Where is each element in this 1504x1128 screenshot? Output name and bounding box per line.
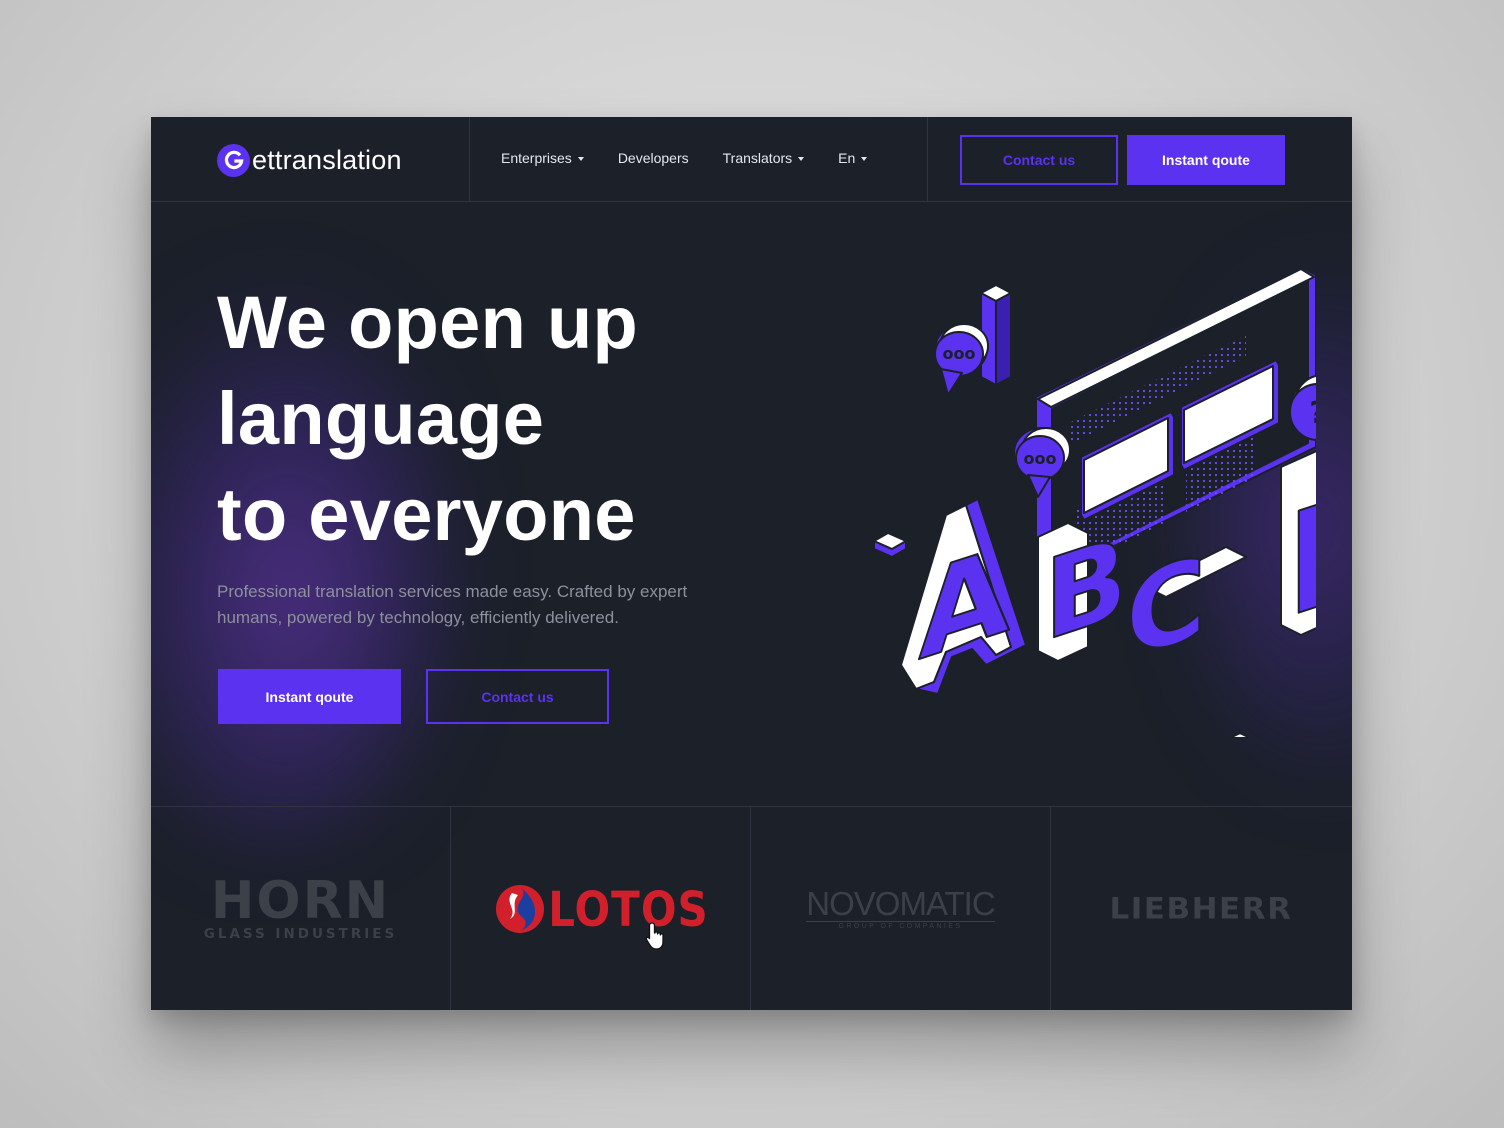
hand-cursor-icon <box>645 922 664 950</box>
language-selector[interactable]: En <box>838 150 868 166</box>
caret-down-icon <box>798 157 805 161</box>
nav-label: Developers <box>617 150 689 166</box>
client-logo-horn[interactable]: HORN GLASS INDUSTRIES <box>151 807 451 1010</box>
isometric-translation-illustration: ooo ooo ? A <box>873 266 1316 737</box>
header-contact-button[interactable]: Contact us <box>960 135 1118 185</box>
pillar-shape <box>1229 732 1251 737</box>
header-divider <box>927 117 928 202</box>
hero-headline: We open up language to everyone <box>217 275 638 563</box>
novomatic-logo-subtext: GROUP OF COMPANIES <box>806 921 995 930</box>
lotos-flame-icon <box>496 885 545 933</box>
header-divider <box>469 117 470 202</box>
floating-cube <box>873 532 907 558</box>
brand-logo[interactable]: ettranslation <box>217 143 402 177</box>
novomatic-logo-text: NOVOMATIC <box>806 885 995 922</box>
letter-c: C <box>1126 530 1207 685</box>
client-logo-novomatic[interactable]: NOVOMATIC GROUP OF COMPANIES <box>751 807 1051 1010</box>
header-instant-quote-button[interactable]: Instant qoute <box>1127 135 1285 185</box>
site-header: ettranslation Enterprises Developers Tra… <box>151 117 1352 202</box>
nav-label: Translators <box>722 150 793 166</box>
client-logo-lotos[interactable]: LOTOS <box>451 807 751 1010</box>
main-nav: Enterprises Developers Translators En <box>501 150 901 166</box>
logo-g-icon <box>217 143 250 177</box>
letter-a-block: A <box>900 498 1027 695</box>
bubble-text: ooo <box>1024 449 1057 468</box>
horn-logo-text: HORN <box>210 871 391 931</box>
headline-line: to everyone <box>217 473 636 556</box>
bubble-text: ooo <box>943 344 976 363</box>
nav-translators[interactable]: Translators <box>723 150 805 166</box>
client-logos-strip: HORN GLASS INDUSTRIES LOTOS NOVOMATIC GR <box>151 806 1352 1010</box>
lotos-logo-text: LOTOS <box>548 880 709 938</box>
landing-page: ettranslation Enterprises Developers Tra… <box>151 117 1352 1010</box>
hero-contact-button[interactable]: Contact us <box>426 669 609 724</box>
horn-logo-subtext: GLASS INDUSTRIES <box>203 926 398 942</box>
headline-line: language <box>217 377 545 460</box>
headline-line: We open up <box>217 281 638 364</box>
letter-b-block: B <box>1037 510 1129 668</box>
hero-instant-quote-button[interactable]: Instant qoute <box>218 669 401 724</box>
caret-down-icon <box>861 157 868 161</box>
bubble-text: ? <box>1309 396 1316 431</box>
caret-down-icon <box>577 157 584 161</box>
client-logo-liebherr[interactable]: LIEBHERR <box>1051 807 1351 1010</box>
letter-b: B <box>1044 511 1128 667</box>
brand-name: ettranslation <box>252 144 402 175</box>
chat-bubble-icon: ooo <box>934 323 989 396</box>
letter-a: A <box>918 520 1010 687</box>
letter-d-block: D <box>1280 448 1316 651</box>
nav-enterprises[interactable]: Enterprises <box>501 150 584 166</box>
letter-c-block: C <box>1125 529 1208 686</box>
hero-subtitle: Professional translation services made e… <box>217 579 747 631</box>
subtitle-line: humans, powered by technology, efficient… <box>217 608 619 627</box>
nav-label: En <box>838 150 856 166</box>
liebherr-logo-text: LIEBHERR <box>1109 891 1293 927</box>
subtitle-line: Professional translation services made e… <box>217 582 688 601</box>
nav-label: Enterprises <box>501 150 572 166</box>
nav-developers[interactable]: Developers <box>618 150 689 166</box>
